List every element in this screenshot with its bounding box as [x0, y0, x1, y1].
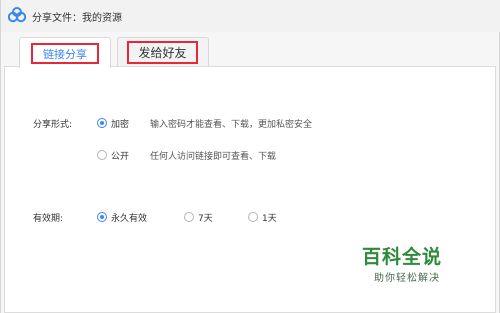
- baidu-netdisk-logo-icon: [8, 7, 26, 23]
- share-dialog: 分享文件：我的资源 链接分享 发给好友 分享形式: 加密 输入密码才能查看、下载…: [0, 0, 500, 313]
- tab-link-share-label: 链接分享: [31, 43, 99, 64]
- share-form-label: 分享形式:: [33, 120, 73, 130]
- radio-public[interactable]: [97, 150, 107, 160]
- window-title: 分享文件：我的资源: [32, 13, 122, 24]
- radio-encrypted[interactable]: [97, 118, 107, 128]
- option-encrypted-label[interactable]: 加密: [111, 117, 129, 130]
- tab-send-to-friend[interactable]: 发给好友: [117, 37, 209, 67]
- title-bar[interactable]: 分享文件：我的资源: [1, 0, 500, 32]
- radio-7-days[interactable]: [184, 212, 194, 222]
- option-1-day-label[interactable]: 1天: [262, 211, 277, 224]
- option-permanent-label[interactable]: 永久有效: [111, 211, 147, 224]
- watermark: 百科全说 助你轻松解决: [362, 242, 492, 302]
- tab-link-share[interactable]: 链接分享: [19, 37, 111, 68]
- option-7-days-label[interactable]: 7天: [198, 211, 213, 224]
- watermark-subtitle: 助你轻松解决: [374, 273, 440, 284]
- option-encrypted-description: 输入密码才能查看、下载，更加私密安全: [150, 120, 313, 130]
- radio-permanent[interactable]: [97, 212, 107, 222]
- watermark-title: 百科全说: [362, 246, 443, 268]
- option-public-description: 任何人访问链接即可查看、下载: [150, 152, 277, 162]
- radio-1-day[interactable]: [248, 212, 258, 222]
- option-public-label[interactable]: 公开: [111, 149, 129, 162]
- tab-bar: 链接分享 发给好友: [1, 32, 500, 68]
- validity-label: 有效期:: [33, 214, 64, 224]
- tab-send-to-friend-label: 发给好友: [127, 41, 198, 64]
